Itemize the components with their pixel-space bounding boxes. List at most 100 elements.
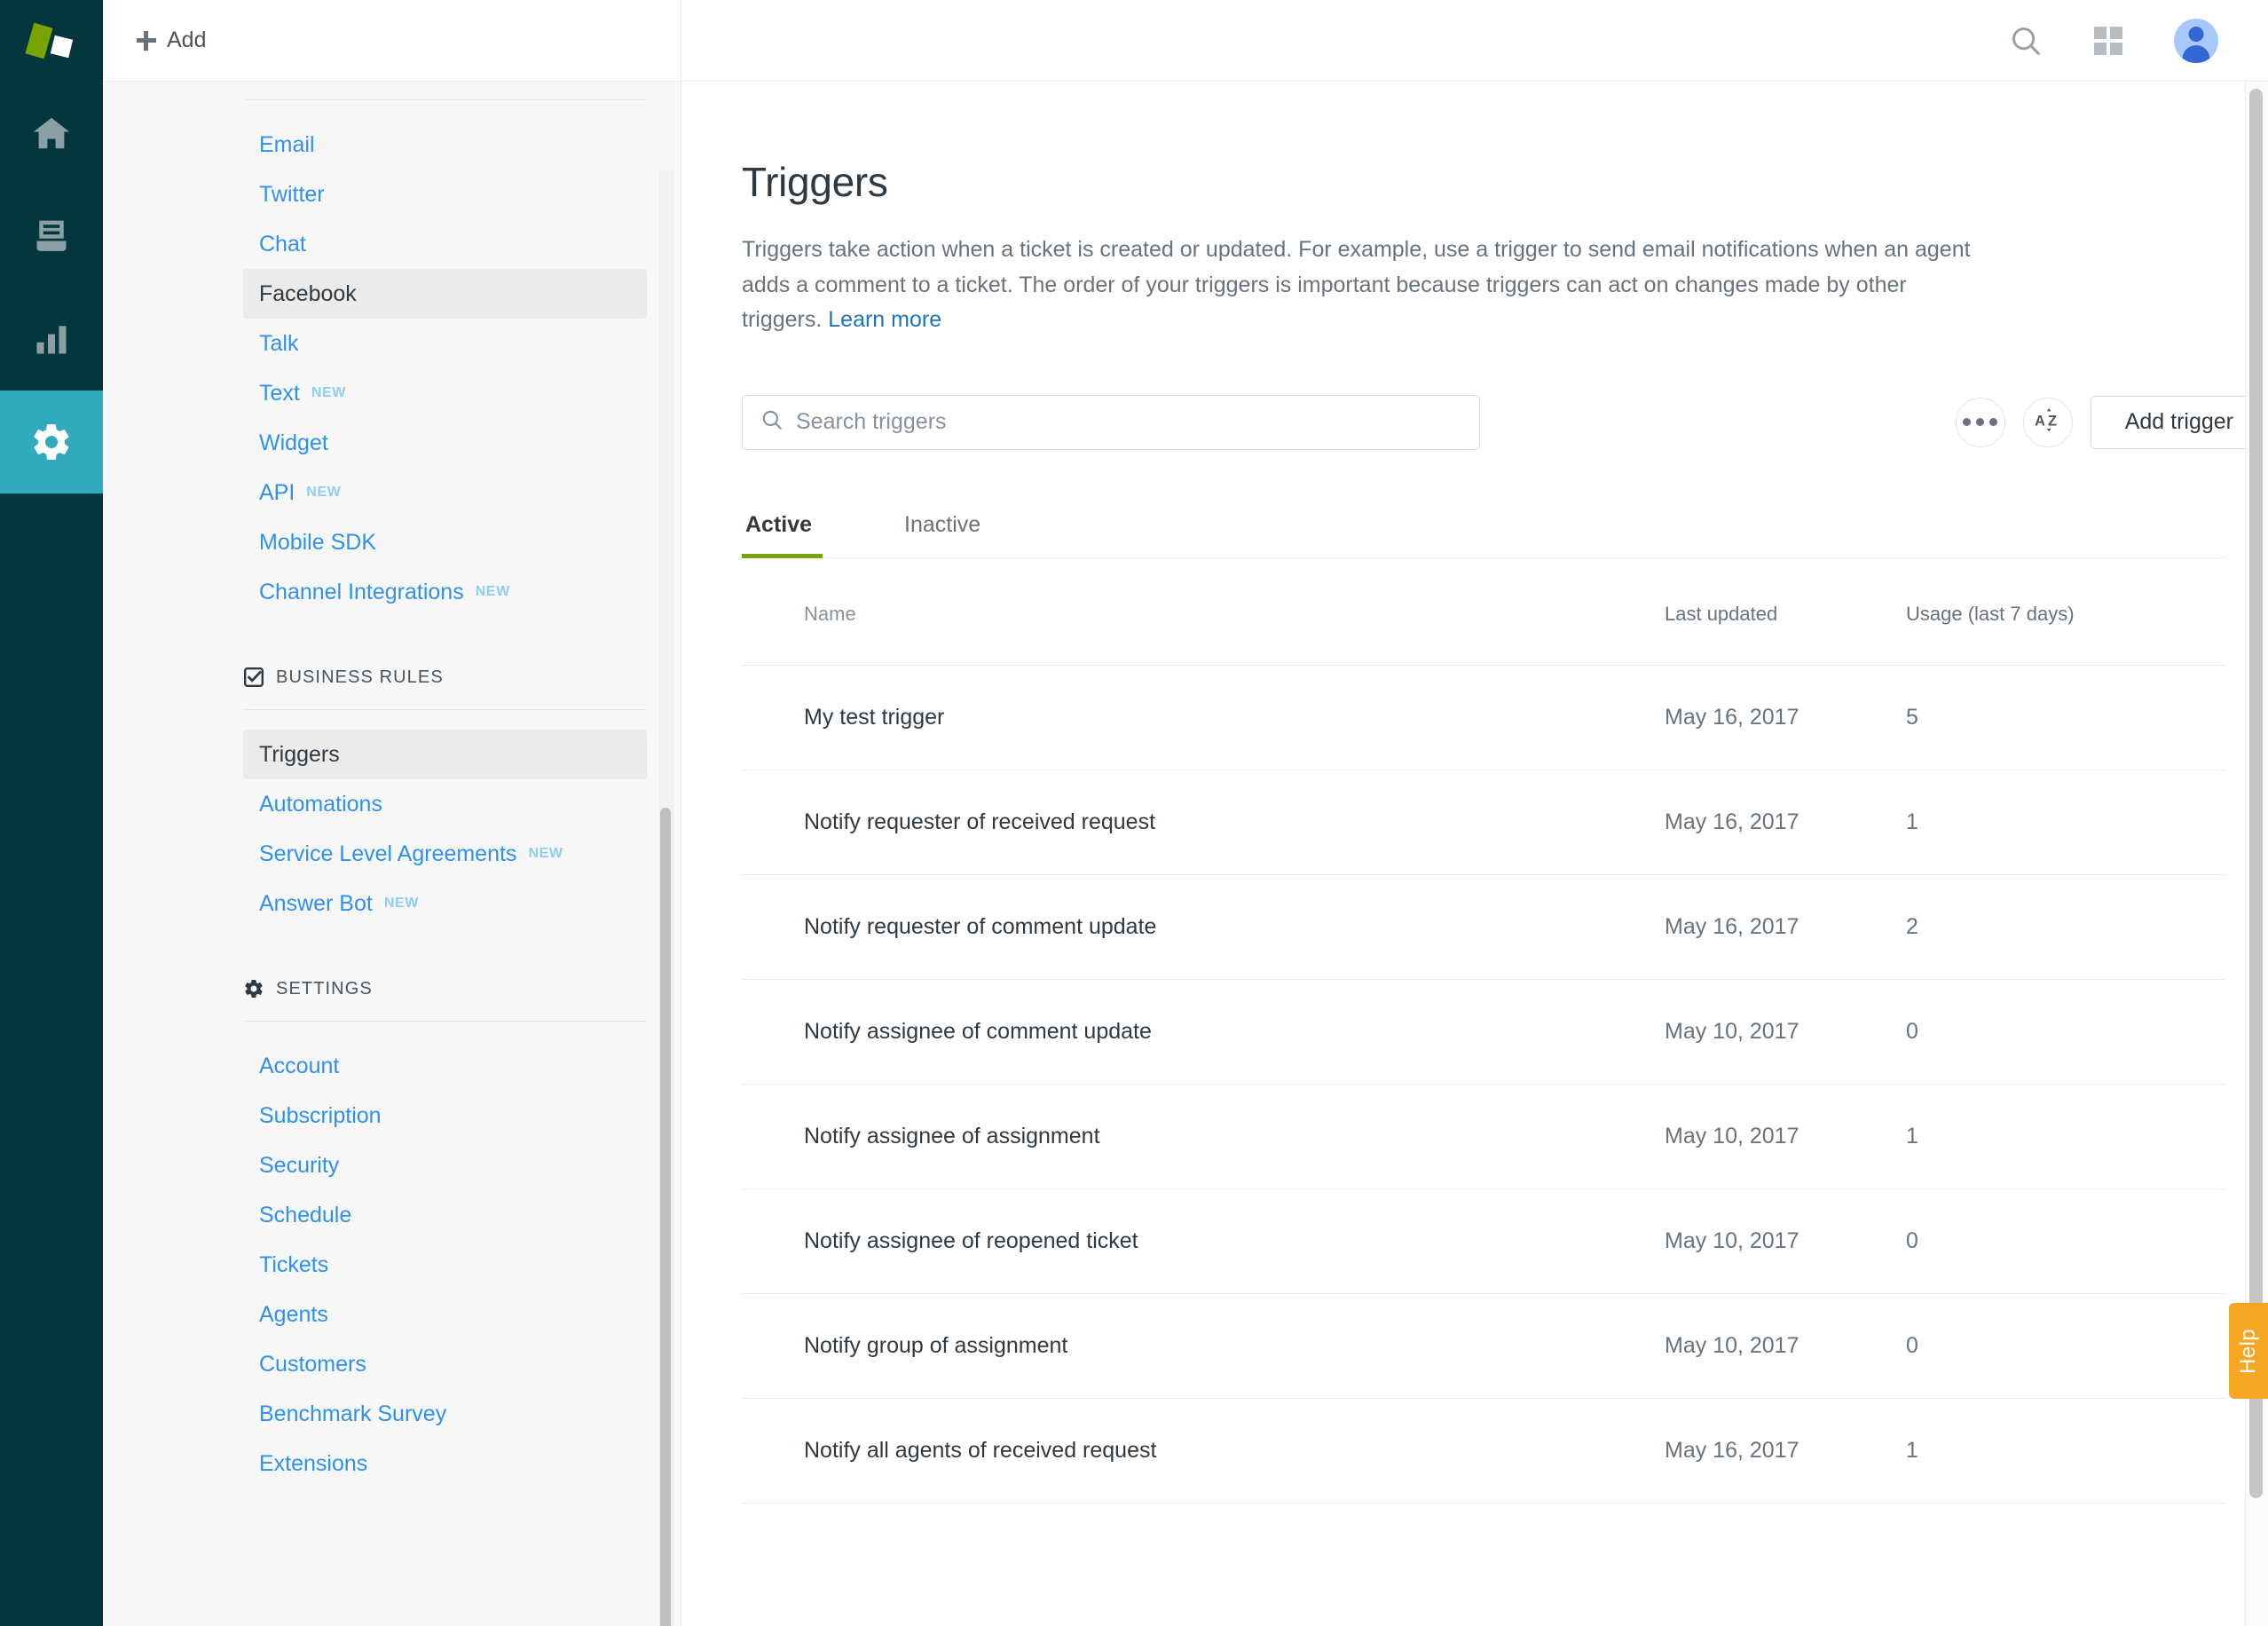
sidebar-item-mobile-sdk[interactable]: Mobile SDK bbox=[243, 517, 647, 567]
ellipsis-icon bbox=[1963, 418, 1997, 426]
gear-icon bbox=[243, 978, 264, 999]
main-scrollbar-thumb[interactable] bbox=[2249, 89, 2263, 1498]
sidebar-item-agents[interactable]: Agents bbox=[243, 1290, 647, 1339]
sort-button[interactable]: A Z bbox=[2023, 398, 2073, 447]
tab-active[interactable]: Active bbox=[742, 512, 823, 558]
sidebar-item-twitter[interactable]: Twitter bbox=[243, 170, 647, 219]
grid-cell bbox=[2094, 43, 2107, 55]
cell-usage: 0 bbox=[1906, 979, 2225, 1084]
cell-trigger-name[interactable]: Notify assignee of comment update bbox=[742, 979, 1665, 1084]
nav-link-label: Schedule bbox=[259, 1203, 351, 1228]
cell-trigger-name[interactable]: Notify requester of comment update bbox=[742, 874, 1665, 979]
rail-item-reporting[interactable] bbox=[0, 288, 103, 391]
sidebar-item-customers[interactable]: Customers bbox=[243, 1339, 647, 1389]
nav-inner: EmailTwitterChatFacebookTalkTextNEWWidge… bbox=[103, 99, 681, 1488]
table-row[interactable]: My test triggerMay 16, 20175 bbox=[742, 665, 2225, 770]
sidebar-item-channel-integrations[interactable]: Channel IntegrationsNEW bbox=[243, 567, 647, 617]
cell-last-updated: May 10, 2017 bbox=[1665, 1084, 1906, 1188]
rail-item-admin[interactable] bbox=[0, 391, 103, 493]
help-tab[interactable]: Help bbox=[2229, 1303, 2268, 1399]
new-badge: NEW bbox=[384, 896, 419, 912]
sidebar-item-talk[interactable]: Talk bbox=[243, 319, 647, 368]
cell-last-updated: May 16, 2017 bbox=[1665, 770, 1906, 874]
rail-item-home[interactable] bbox=[0, 82, 103, 185]
table-row[interactable]: Notify assignee of reopened ticketMay 10… bbox=[742, 1188, 2225, 1293]
new-badge: NEW bbox=[306, 485, 341, 501]
more-options-button[interactable] bbox=[1956, 398, 2005, 447]
cell-usage: 0 bbox=[1906, 1188, 2225, 1293]
table-row[interactable]: Notify assignee of comment updateMay 10,… bbox=[742, 979, 2225, 1084]
user-avatar[interactable] bbox=[2174, 19, 2218, 63]
rail-item-views[interactable] bbox=[0, 185, 103, 288]
search-icon bbox=[760, 408, 784, 436]
cell-trigger-name[interactable]: Notify requester of received request bbox=[742, 770, 1665, 874]
triggers-tabs: Active Inactive bbox=[742, 512, 2225, 558]
cell-usage: 2 bbox=[1906, 874, 2225, 979]
cell-trigger-name[interactable]: Notify all agents of received request bbox=[742, 1398, 1665, 1503]
help-tab-label: Help bbox=[2236, 1329, 2261, 1374]
cell-usage: 5 bbox=[1906, 665, 2225, 770]
apps-grid-icon[interactable] bbox=[2094, 27, 2122, 55]
triggers-toolbar: A Z Add trigger bbox=[742, 395, 2268, 450]
column-header-last-updated[interactable]: Last updated bbox=[1665, 558, 1906, 666]
sidebar-item-service-level-agreements[interactable]: Service Level AgreementsNEW bbox=[243, 829, 647, 879]
table-row[interactable]: Notify group of assignmentMay 10, 20170 bbox=[742, 1293, 2225, 1398]
table-row[interactable]: Notify requester of comment updateMay 16… bbox=[742, 874, 2225, 979]
nav-link-label: Automations bbox=[259, 792, 382, 817]
sidebar-scrollbar-thumb[interactable] bbox=[660, 808, 671, 1626]
add-trigger-button[interactable]: Add trigger bbox=[2091, 396, 2268, 449]
secondary-nav-panel: Add EmailTwitterChatFacebookTalkTextNEWW… bbox=[103, 0, 681, 1626]
svg-text:Z: Z bbox=[2048, 413, 2057, 429]
sidebar-item-tickets[interactable]: Tickets bbox=[243, 1240, 647, 1290]
triggers-table: Name Last updated Usage (last 7 days) My… bbox=[742, 558, 2225, 1504]
sidebar-item-security[interactable]: Security bbox=[243, 1141, 647, 1190]
primary-nav-rail bbox=[0, 0, 103, 1626]
nav-link-label: Customers bbox=[259, 1352, 366, 1377]
table-row[interactable]: Notify assignee of assignmentMay 10, 201… bbox=[742, 1084, 2225, 1188]
search-triggers-box[interactable] bbox=[742, 395, 1480, 450]
cell-trigger-name[interactable]: My test trigger bbox=[742, 665, 1665, 770]
nav-link-label: Extensions bbox=[259, 1451, 367, 1477]
nav-scroll-region: EmailTwitterChatFacebookTalkTextNEWWidge… bbox=[103, 82, 681, 1626]
nav-link-label: Channel Integrations bbox=[259, 580, 464, 605]
grid-cell bbox=[2110, 27, 2122, 39]
sidebar-item-account[interactable]: Account bbox=[243, 1041, 647, 1091]
cell-last-updated: May 16, 2017 bbox=[1665, 665, 1906, 770]
search-icon[interactable] bbox=[2009, 24, 2043, 58]
cell-trigger-name[interactable]: Notify assignee of reopened ticket bbox=[742, 1188, 1665, 1293]
sidebar-item-text[interactable]: TextNEW bbox=[243, 368, 647, 418]
column-header-name[interactable]: Name bbox=[742, 558, 1665, 666]
learn-more-link[interactable]: Learn more bbox=[828, 307, 941, 332]
cell-trigger-name[interactable]: Notify assignee of assignment bbox=[742, 1084, 1665, 1188]
zendesk-logo[interactable] bbox=[0, 0, 103, 82]
tab-inactive[interactable]: Inactive bbox=[901, 512, 991, 558]
sidebar-item-subscription[interactable]: Subscription bbox=[243, 1091, 647, 1141]
grid-cell bbox=[2110, 43, 2122, 55]
checkbox-check-icon bbox=[243, 667, 264, 688]
table-row[interactable]: Notify all agents of received requestMay… bbox=[742, 1398, 2225, 1503]
sidebar-item-triggers[interactable]: Triggers bbox=[243, 730, 647, 779]
sidebar-item-benchmark-survey[interactable]: Benchmark Survey bbox=[243, 1389, 647, 1439]
cell-last-updated: May 10, 2017 bbox=[1665, 1188, 1906, 1293]
sidebar-item-api[interactable]: APINEW bbox=[243, 468, 647, 517]
sidebar-item-automations[interactable]: Automations bbox=[243, 779, 647, 829]
cell-trigger-name[interactable]: Notify group of assignment bbox=[742, 1293, 1665, 1398]
home-icon bbox=[31, 113, 72, 154]
sidebar-item-answer-bot[interactable]: Answer BotNEW bbox=[243, 879, 647, 928]
nav-link-label: Agents bbox=[259, 1302, 328, 1328]
sidebar-item-facebook[interactable]: Facebook bbox=[243, 269, 647, 319]
nav-link-label: Security bbox=[259, 1153, 339, 1179]
add-button[interactable]: Add bbox=[137, 28, 206, 53]
sidebar-item-email[interactable]: Email bbox=[243, 120, 647, 170]
sidebar-item-schedule[interactable]: Schedule bbox=[243, 1190, 647, 1240]
search-input[interactable] bbox=[796, 409, 1461, 435]
logo-white-shape bbox=[51, 36, 73, 58]
sidebar-item-widget[interactable]: Widget bbox=[243, 418, 647, 468]
table-row[interactable]: Notify requester of received requestMay … bbox=[742, 770, 2225, 874]
nav-link-label: Mobile SDK bbox=[259, 530, 376, 556]
sidebar-item-chat[interactable]: Chat bbox=[243, 219, 647, 269]
nav-section-business-rules-label: BUSINESS RULES bbox=[276, 667, 444, 688]
column-header-usage[interactable]: Usage (last 7 days) bbox=[1906, 558, 2225, 666]
sidebar-item-extensions[interactable]: Extensions bbox=[243, 1439, 647, 1488]
dot bbox=[1989, 418, 1997, 426]
